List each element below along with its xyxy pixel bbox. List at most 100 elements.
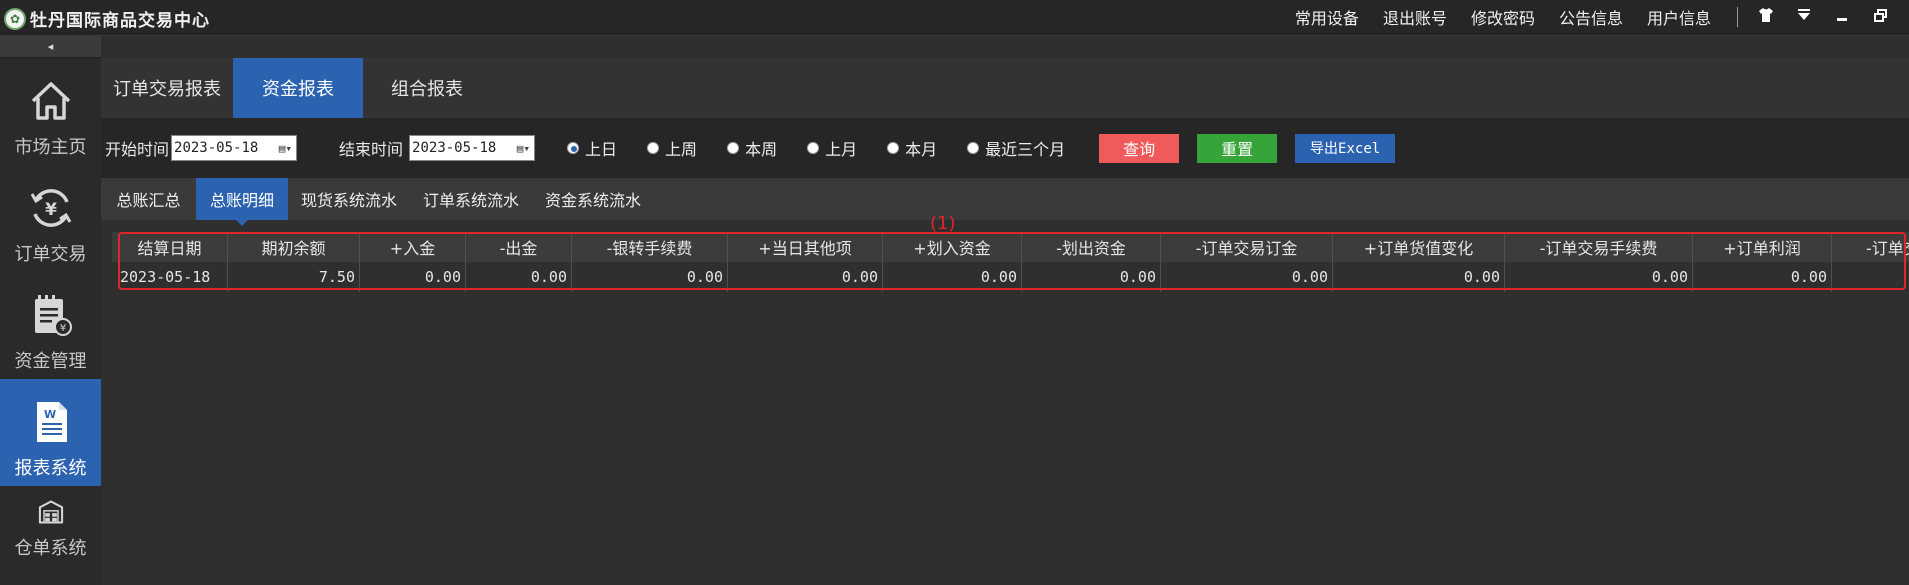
column-header[interactable]: 结算日期 <box>112 232 228 262</box>
radio-label: 上月 <box>825 140 858 159</box>
column-header[interactable]: +订单利润 <box>1693 232 1832 262</box>
warehouse-icon <box>38 500 63 524</box>
peony-logo-icon: ✿ <box>4 7 26 30</box>
radio-dot[interactable] <box>967 142 980 154</box>
subtab-order-flow[interactable]: 订单系统流水 <box>410 178 532 220</box>
end-time-label: 结束时间 <box>339 140 404 159</box>
minimize-icon[interactable] <box>1823 8 1861 26</box>
column-header[interactable]: -订单交 <box>1832 232 1909 262</box>
column-header[interactable]: -银转手续费 <box>572 232 728 262</box>
radio-this-week[interactable]: 本周 <box>727 136 777 160</box>
radio-label: 上周 <box>665 140 698 159</box>
start-time-label: 开始时间 <box>105 140 170 159</box>
radio-dot[interactable] <box>727 142 740 154</box>
column-header[interactable]: +划入资金 <box>883 232 1022 262</box>
ledger-detail-table: 结算日期 期初余额 +入金 -出金 -银转手续费 +当日其他项 +划入资金 -划… <box>112 232 1909 292</box>
radio-dot[interactable] <box>647 142 660 154</box>
radio-label: 上日 <box>585 140 618 159</box>
sidebar: ◂ 市场主页 ¥ 订单交易 ¥ 资金管理 W 报表系统 仓单系统 <box>0 36 101 585</box>
title-bar: ✿ 牡丹国际商品交易中心 常用设备 退出账号 修改密码 公告信息 用户信息 <box>0 0 1909 34</box>
report-tabs: 订单交易报表 资金报表 组合报表 <box>101 58 1909 118</box>
close-icon[interactable] <box>1899 8 1909 26</box>
radio-label: 本周 <box>745 140 778 159</box>
column-header[interactable]: -订单交易手续费 <box>1505 232 1693 262</box>
column-header[interactable]: -划出资金 <box>1022 232 1161 262</box>
table-cell: 0.00 <box>360 262 466 292</box>
radio-last-three-months[interactable]: 最近三个月 <box>967 136 1065 160</box>
table-row[interactable]: 2023-05-18 7.50 0.00 0.00 0.00 0.00 0.00… <box>112 262 1909 292</box>
radio-last-month[interactable]: 上月 <box>807 136 857 160</box>
radio-this-month[interactable]: 本月 <box>887 136 937 160</box>
ledger-subtabs: 总账汇总 总账明细 现货系统流水 订单系统流水 资金系统流水 <box>101 178 1909 226</box>
top-menu-announcements[interactable]: 公告信息 <box>1559 5 1623 29</box>
table-cell: 0.00 <box>1022 262 1161 292</box>
table-cell: 0.00 <box>1161 262 1333 292</box>
top-menu-common-devices[interactable]: 常用设备 <box>1295 5 1359 29</box>
sidebar-item-label: 市场主页 <box>14 137 87 158</box>
radio-last-week[interactable]: 上周 <box>647 136 697 160</box>
restore-icon[interactable] <box>1861 8 1899 26</box>
main-content: 订单交易报表 资金报表 组合报表 开始时间 2023-05-18 ▤▾ 结束时间… <box>101 36 1909 585</box>
radio-label: 最近三个月 <box>985 140 1066 159</box>
radio-dot[interactable] <box>567 142 580 154</box>
sidebar-item-market-home[interactable]: 市场主页 <box>0 58 101 165</box>
window-controls <box>1747 0 1909 34</box>
column-header[interactable]: -出金 <box>466 232 572 262</box>
tab-fund-report[interactable]: 资金报表 <box>233 58 363 118</box>
table-cell: 0.00 <box>1505 262 1693 292</box>
radio-dot[interactable] <box>807 142 820 154</box>
start-date-input[interactable]: 2023-05-18 ▤▾ <box>171 135 298 161</box>
ledger-yen-icon: ¥ <box>34 295 72 336</box>
table-cell: 0.00 <box>1693 262 1832 292</box>
dropdown-arrow-icon[interactable] <box>1785 8 1823 26</box>
skin-shirt-icon[interactable] <box>1747 7 1785 27</box>
filter-bar: 开始时间 2023-05-18 ▤▾ 结束时间 2023-05-18 ▤▾ 上日… <box>101 118 1909 178</box>
sidebar-item-label: 订单交易 <box>14 244 87 265</box>
radio-label: 本月 <box>905 140 938 159</box>
reset-button[interactable]: 重置 <box>1197 133 1278 163</box>
table-cell: 0.00 <box>466 262 572 292</box>
column-header[interactable]: +订单货值变化 <box>1333 232 1505 262</box>
column-header[interactable]: 期初余额 <box>228 232 360 262</box>
column-header[interactable]: -订单交易订金 <box>1161 232 1333 262</box>
column-header[interactable]: +当日其他项 <box>728 232 883 262</box>
top-separator <box>1737 7 1738 27</box>
sidebar-collapse-toggle[interactable]: ◂ <box>0 36 101 58</box>
tab-combined-report[interactable]: 组合报表 <box>363 58 491 118</box>
column-header[interactable]: +入金 <box>360 232 466 262</box>
sidebar-item-label: 仓单系统 <box>14 538 87 559</box>
svg-text:¥: ¥ <box>59 323 65 334</box>
sidebar-item-report-system[interactable]: W 报表系统 <box>0 379 101 486</box>
end-date-input[interactable]: 2023-05-18 ▤▾ <box>409 135 536 161</box>
yen-cycle-icon: ¥ <box>30 189 71 227</box>
calendar-icon[interactable]: ▤▾ <box>279 142 292 155</box>
sidebar-item-order-trade[interactable]: ¥ 订单交易 <box>0 165 101 272</box>
top-menu: 常用设备 退出账号 修改密码 公告信息 用户信息 <box>1271 0 1711 34</box>
table-cell: 0.00 <box>1333 262 1505 292</box>
home-icon <box>31 82 70 120</box>
subtab-fund-flow[interactable]: 资金系统流水 <box>532 178 654 220</box>
radio-dot[interactable] <box>887 142 900 154</box>
tab-order-trade-report[interactable]: 订单交易报表 <box>101 58 233 118</box>
top-menu-user-info[interactable]: 用户信息 <box>1647 5 1711 29</box>
table-cell: 2023-05-18 <box>112 262 228 292</box>
word-doc-icon: W <box>36 402 67 442</box>
annotation-label: (1) <box>930 213 956 234</box>
subtab-ledger-detail[interactable]: 总账明细 <box>196 178 288 226</box>
sidebar-item-fund-management[interactable]: ¥ 资金管理 <box>0 272 101 379</box>
table-cell: 7.50 <box>228 262 360 292</box>
export-excel-button[interactable]: 导出Excel <box>1295 133 1396 163</box>
subtab-ledger-summary[interactable]: 总账汇总 <box>101 178 196 220</box>
table-header-row: 结算日期 期初余额 +入金 -出金 -银转手续费 +当日其他项 +划入资金 -划… <box>112 232 1909 262</box>
sidebar-item-warehouse-system[interactable]: 仓单系统 <box>0 486 101 566</box>
calendar-icon[interactable]: ▤▾ <box>517 142 530 155</box>
top-menu-logout[interactable]: 退出账号 <box>1383 5 1447 29</box>
end-date-value: 2023-05-18 <box>412 140 497 156</box>
table-cell: 0.00 <box>728 262 883 292</box>
sidebar-item-label: 资金管理 <box>14 351 87 372</box>
query-button[interactable]: 查询 <box>1099 133 1180 163</box>
app-logo: ✿ 牡丹国际商品交易中心 <box>4 6 210 31</box>
top-menu-change-password[interactable]: 修改密码 <box>1471 5 1535 29</box>
radio-previous-day[interactable]: 上日 <box>567 136 617 160</box>
subtab-spot-flow[interactable]: 现货系统流水 <box>288 178 410 220</box>
